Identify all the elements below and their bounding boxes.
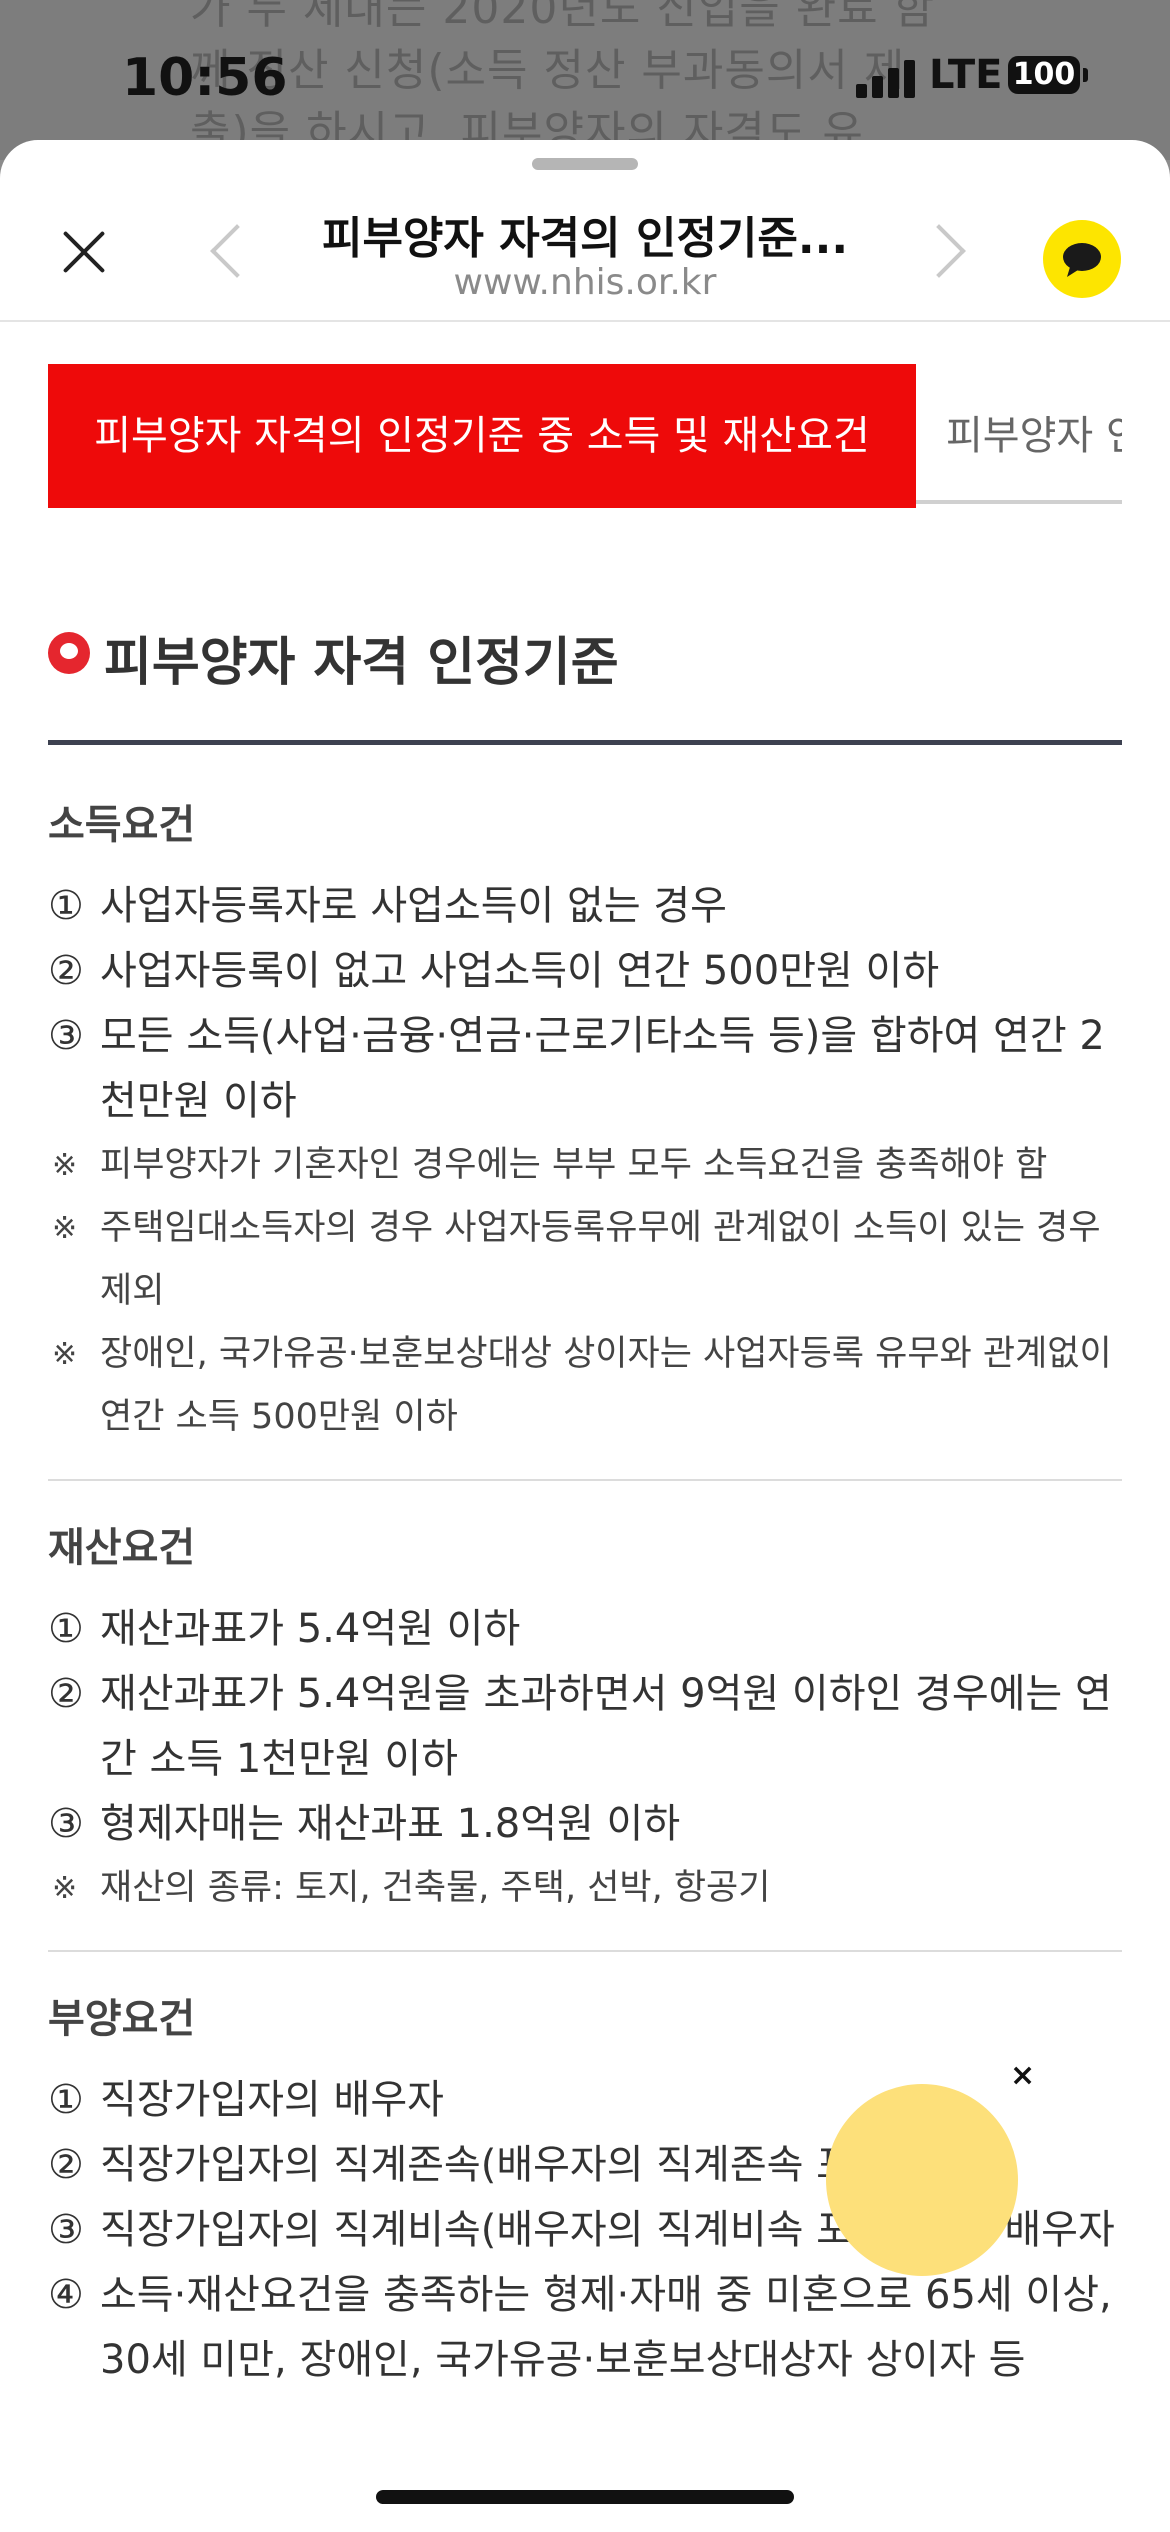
page-url: www.nhis.or.kr	[453, 262, 717, 303]
block-income: 소득요건 ① 사업자등록자로 사업소득이 없는 경우 ② 사업자등록이 없고 사업소…	[48, 780, 1122, 1481]
list-item: ④ 소득·재산요건을 충족하는 형제·자매 중 미혼으로 65세 이상, 30세 …	[48, 2272, 1112, 2383]
tab-income-property[interactable]: 피부양자 자격의 인정기준 중 소득 및 재산요건	[48, 364, 916, 508]
block-title: 부양요건	[48, 1996, 196, 2042]
list-item: ② 사업자등록이 없고 사업소득이 연간 500만원 이하	[48, 948, 940, 994]
status-time: 10:56	[122, 48, 288, 108]
list-item: ② 재산과표가 5.4억원을 초과하면서 9억원 이하인 경우에는 연간 소득 1…	[48, 1671, 1112, 1782]
note-item: ※ 피부양자가 기혼자인 경우에는 부부 모두 소득요건을 충족해야 함	[52, 1145, 1048, 1185]
section-title: 피부양자 자격 인정기준	[104, 633, 619, 693]
page-title: 피부양자 자격의 인정기준...	[321, 213, 849, 264]
list-item: ① 재산과표가 5.4억원 이하	[48, 1606, 521, 1652]
list-item: ① 사업자등록자로 사업소득이 없는 경우	[48, 883, 727, 929]
chevron-right-icon[interactable]	[912, 224, 966, 278]
note-item: ※ 재산의 종류: 토지, 건축물, 주택, 선박, 항공기	[52, 1868, 771, 1908]
signal-icon	[856, 58, 916, 98]
network-label: LTE	[929, 52, 1003, 98]
list-item: ③ 모든 소득(사업·금융·연금·근로기타소득 등)을 합하여 연간 2천만원 이…	[48, 1013, 1105, 1124]
browser-nav-bar: 피부양자 자격의 인정기준... www.nhis.or.kr	[0, 140, 1170, 322]
block-property: 재산요건 ① 재산과표가 5.4억원 이하 ② 재산과표가 5.4억원을 초과하면서…	[48, 1481, 1122, 1952]
bullet-icon	[48, 632, 90, 674]
bubble-close-icon[interactable]: ×	[1010, 2058, 1035, 2093]
content-tabs: 피부양자 자격의 인정기준 중 소득 및 재산요건 피부양자 인	[48, 364, 1122, 508]
battery-icon: 100	[1008, 56, 1088, 94]
talk-button[interactable]	[1043, 220, 1121, 298]
status-bar: 10:56 LTE 100	[0, 0, 1170, 150]
home-indicator[interactable]	[376, 2490, 794, 2504]
tab-next[interactable]: 피부양자 인	[916, 364, 1122, 504]
kakaotalk-bubble-icon	[1063, 243, 1101, 277]
block-title: 소득요건	[48, 802, 196, 848]
block-title: 재산요건	[48, 1525, 196, 1571]
floating-bubble[interactable]	[826, 2084, 1018, 2276]
note-item: ※ 장애인, 국가유공·보훈보상대상 상이자는 사업자등록 유무와 관계없이 연간…	[52, 1334, 1112, 1437]
note-item: ※ 주택임대소득자의 경우 사업자등록유무에 관계없이 소득이 있는 경우 제외	[52, 1208, 1101, 1311]
list-item: ③ 형제자매는 재산과표 1.8억원 이하	[48, 1801, 681, 1847]
close-icon[interactable]	[54, 224, 114, 284]
section-divider	[48, 740, 1122, 745]
